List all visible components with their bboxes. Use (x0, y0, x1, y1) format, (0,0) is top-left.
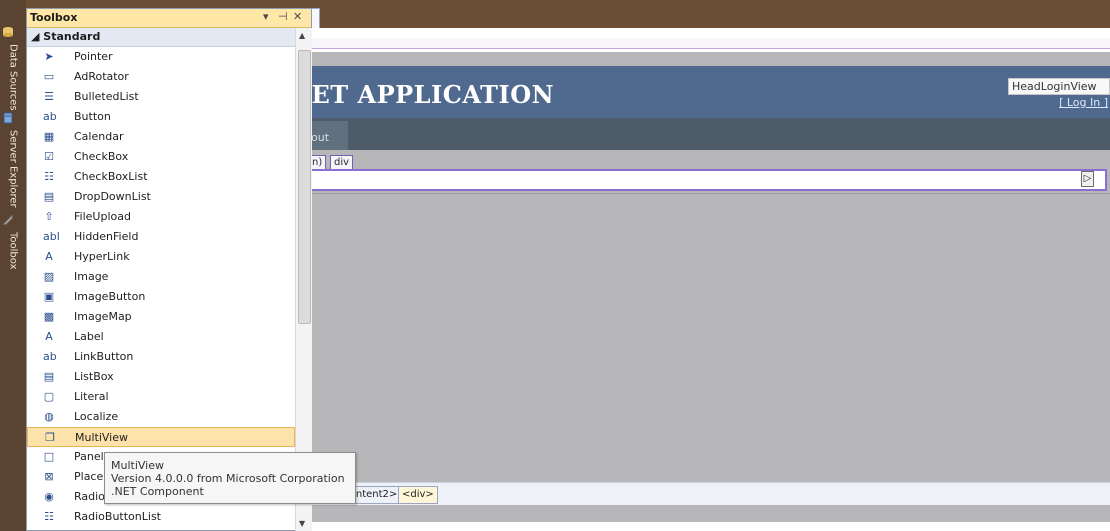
tooltip-kind: .NET Component (111, 485, 204, 498)
login-view-label: HeadLoginView (1008, 78, 1110, 95)
toolbox-item[interactable]: abl HiddenField (27, 227, 295, 247)
menu-item-about[interactable]: out (308, 121, 348, 150)
toolbox-item[interactable]: ▣ ImageButton (27, 287, 295, 307)
toolbox-item-label: ListBox (74, 370, 114, 383)
dock-item-toolbox[interactable]: Toolbox (2, 214, 24, 270)
hyperlink-icon: A (45, 250, 53, 263)
toolbox-item-label: AdRotator (74, 70, 129, 83)
toolbox-item[interactable]: A Label (27, 327, 295, 347)
toolbox-item[interactable]: ➤ Pointer (27, 47, 295, 67)
radiobuttonlist-icon: ☷ (44, 510, 54, 523)
toolbox-item[interactable]: ❐ MultiView (27, 427, 295, 447)
toolbox-item-label: ImageMap (74, 310, 132, 323)
adrotator-icon: ▭ (43, 70, 55, 83)
toolbox-item[interactable]: ▤ ListBox (27, 367, 295, 387)
toolbox-icon (2, 214, 13, 225)
toolbox-item[interactable]: ▢ Literal (27, 387, 295, 407)
server-icon (3, 112, 13, 124)
toolbox-titlebar: Toolbox ▾ ⊣ ✕ (27, 9, 311, 28)
toolbox-item-label: BulletedList (74, 90, 139, 103)
bulletedlist-icon: ☰ (44, 90, 54, 103)
dock-item-server-explorer[interactable]: Server Explorer (2, 112, 24, 208)
panel-icon: □ (43, 450, 55, 463)
toolbox-item-label: Label (74, 330, 104, 343)
toolbox-item[interactable]: A HyperLink (27, 247, 295, 267)
group-standard[interactable]: ◢ Standard (27, 28, 295, 47)
tooltip-version: Version 4.0.0.0 from Microsoft Corporati… (111, 472, 345, 485)
listbox-icon: ▤ (43, 370, 55, 383)
checkboxlist-icon: ☷ (44, 170, 54, 183)
toolbox-item-label: ImageButton (74, 290, 146, 303)
toolbox-item-label: Button (74, 110, 111, 123)
pointer-icon: ➤ (44, 50, 54, 63)
toolbox-item[interactable]: ⇧ FileUpload (27, 207, 295, 227)
database-icon (3, 27, 13, 37)
scroll-up-icon[interactable]: ▲ (299, 31, 305, 40)
dock-label: Server Explorer (7, 130, 19, 208)
dock-label: Toolbox (7, 232, 19, 270)
button-icon: ab (43, 110, 57, 123)
toolbox-item[interactable]: ☑ CheckBox (27, 147, 295, 167)
dock-label: Data Sources (7, 44, 19, 111)
content-div-placeholder[interactable] (308, 169, 1107, 191)
tooltip-name: MultiView (111, 459, 164, 472)
scroll-down-icon[interactable]: ▼ (299, 519, 305, 528)
calendar-icon: ▦ (43, 130, 55, 143)
localize-icon: ◍ (44, 410, 54, 423)
toolbox-item-label: Literal (74, 390, 109, 403)
toolbox-item-label: Calendar (74, 130, 124, 143)
fileupload-icon: ⇧ (44, 210, 54, 223)
toolbox-item[interactable]: ▦ Calendar (27, 127, 295, 147)
toolbox-item[interactable]: ▭ AdRotator (27, 67, 295, 87)
close-icon[interactable]: ✕ (293, 10, 302, 23)
toolbox-item[interactable]: ▤ DropDownList (27, 187, 295, 207)
dock-item-data-sources[interactable]: Data Sources (2, 26, 24, 111)
toolbox-item-label: RadioButtonList (74, 510, 161, 523)
toolbox-item-label: FileUpload (74, 210, 131, 223)
label-icon: A (45, 330, 53, 343)
toolbox-item[interactable]: ☷ RadioButtonList (27, 507, 295, 527)
chevron-down-icon[interactable]: ▾ (263, 10, 269, 23)
radiobutton-icon: ◉ (44, 490, 54, 503)
tag-pill-div[interactable]: <div> (398, 486, 438, 504)
toolbox-item[interactable]: ☰ BulletedList (27, 87, 295, 107)
image-icon: ▨ (43, 270, 55, 283)
placeholder-icon: ⊠ (44, 470, 54, 483)
imagebutton-icon: ▣ (43, 290, 55, 303)
linkbutton-icon: ab (43, 350, 57, 363)
toolbox-item-label: LinkButton (74, 350, 134, 363)
checkbox-icon: ☑ (44, 150, 54, 163)
toolbox-item[interactable]: ab LinkButton (27, 347, 295, 367)
app-title: NET APPLICATION (289, 80, 555, 109)
toolbox-item-label: Image (74, 270, 109, 283)
toolbox-item[interactable]: ▨ Image (27, 267, 295, 287)
login-link[interactable]: [ Log In ] (1008, 96, 1110, 109)
toolbox-item-label: MultiView (75, 431, 128, 444)
toolbox-item[interactable]: ◍ Localize (27, 407, 295, 427)
toolbox-item-label: Pointer (74, 50, 113, 63)
toolbox-tooltip: MultiView Version 4.0.0.0 from Microsoft… (104, 452, 356, 504)
toolbox-item[interactable]: ☷ CheckBoxList (27, 167, 295, 187)
left-dock-strip: Data Sources Server Explorer Toolbox (0, 0, 26, 531)
head-login-view[interactable]: HeadLoginView [ Log In ] (1008, 78, 1110, 114)
toolbox-item-label: CheckBox (74, 150, 129, 163)
imagemap-icon: ▩ (43, 310, 55, 323)
toolbox-item-label: Localize (74, 410, 119, 423)
toolbox-item[interactable]: ab Button (27, 107, 295, 127)
hiddenfield-icon: abl (43, 230, 60, 243)
multiview-icon: ❐ (45, 431, 55, 444)
toolbox-item-label: DropDownList (74, 190, 151, 203)
divider (308, 193, 1110, 194)
toolbox-item-label: CheckBoxList (74, 170, 148, 183)
toolbox-item-label: Panel (74, 450, 104, 463)
toolbox-title: Toolbox (30, 11, 78, 24)
dropdownlist-icon: ▤ (43, 190, 55, 203)
expand-button[interactable]: ▷ (1081, 171, 1094, 187)
toolbox-item[interactable]: ▩ ImageMap (27, 307, 295, 327)
toolbox-item-label: HiddenField (74, 230, 139, 243)
literal-icon: ▢ (43, 390, 55, 403)
toolbox-item-label: HyperLink (74, 250, 130, 263)
scroll-thumb[interactable] (298, 50, 311, 324)
pin-icon[interactable]: ⊣ (278, 10, 288, 23)
